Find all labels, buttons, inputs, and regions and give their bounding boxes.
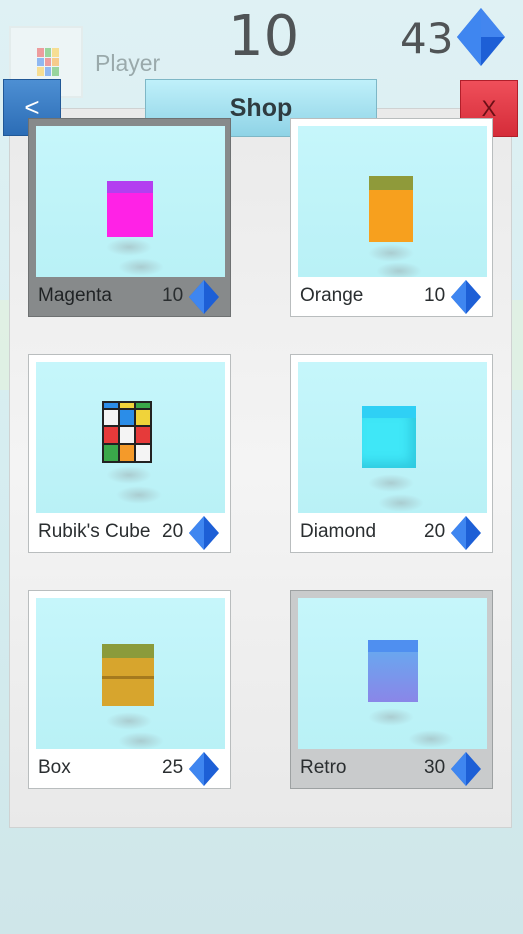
item-name: Magenta (38, 285, 112, 306)
cube-shadow (376, 262, 422, 277)
cube-shadow (106, 466, 152, 484)
cube-shadow (118, 732, 164, 749)
item-name: Rubik's Cube (38, 521, 151, 542)
cube-shadow (106, 712, 152, 730)
cube-shadow (378, 494, 424, 512)
score-counter: 10 (228, 4, 300, 69)
diamond-gem-icon (457, 8, 505, 66)
item-name: Diamond (300, 521, 377, 542)
avatar-cube-icon (37, 48, 59, 76)
shop-item-magenta[interactable]: Magenta 10 (28, 118, 231, 317)
item-price: 20 (424, 521, 446, 542)
item-preview (36, 598, 225, 749)
cube-shadow (368, 708, 414, 726)
magenta-cube (107, 181, 153, 237)
top-hud: Player 10 43 (0, 0, 523, 98)
item-preview (298, 362, 487, 513)
box-tape (102, 676, 154, 679)
box-cube (102, 644, 154, 706)
diamond-gem-icon (451, 280, 481, 314)
item-name: Orange (300, 285, 364, 306)
cube-shadow (408, 730, 454, 748)
cube-shadow (116, 486, 162, 504)
gem-counter: 43 (400, 14, 454, 63)
cube-shadow (118, 258, 164, 276)
item-price: 30 (424, 757, 446, 778)
diamond-cube (362, 406, 416, 468)
item-price: 10 (162, 285, 184, 306)
shop-item-rubiks-cube[interactable]: Rubik's Cube 20 (28, 354, 231, 553)
item-price: 25 (162, 757, 184, 778)
diamond-gem-icon (451, 752, 481, 786)
item-name: Box (38, 757, 71, 778)
cube-shadow (106, 238, 152, 256)
shop-item-diamond[interactable]: Diamond 20 (290, 354, 493, 553)
diamond-gem-icon (189, 516, 219, 550)
item-preview (298, 598, 487, 749)
item-price: 20 (162, 521, 184, 542)
shop-item-retro[interactable]: Retro 30 (290, 590, 493, 789)
player-name: Player (95, 50, 161, 76)
cube-shadow (368, 244, 414, 262)
diamond-gem-icon (189, 752, 219, 786)
rubiks-cube (102, 401, 152, 463)
orange-cube (369, 176, 413, 242)
diamond-gem-icon (451, 516, 481, 550)
retro-cube (368, 640, 418, 702)
cube-shadow (368, 474, 414, 492)
item-name: Retro (300, 757, 347, 778)
diamond-gem-icon (189, 280, 219, 314)
shop-item-box[interactable]: Box 25 (28, 590, 231, 789)
item-preview (298, 126, 487, 277)
item-preview (36, 126, 225, 277)
item-preview (36, 362, 225, 513)
item-price: 10 (424, 285, 446, 306)
shop-item-orange[interactable]: Orange 10 (290, 118, 493, 317)
